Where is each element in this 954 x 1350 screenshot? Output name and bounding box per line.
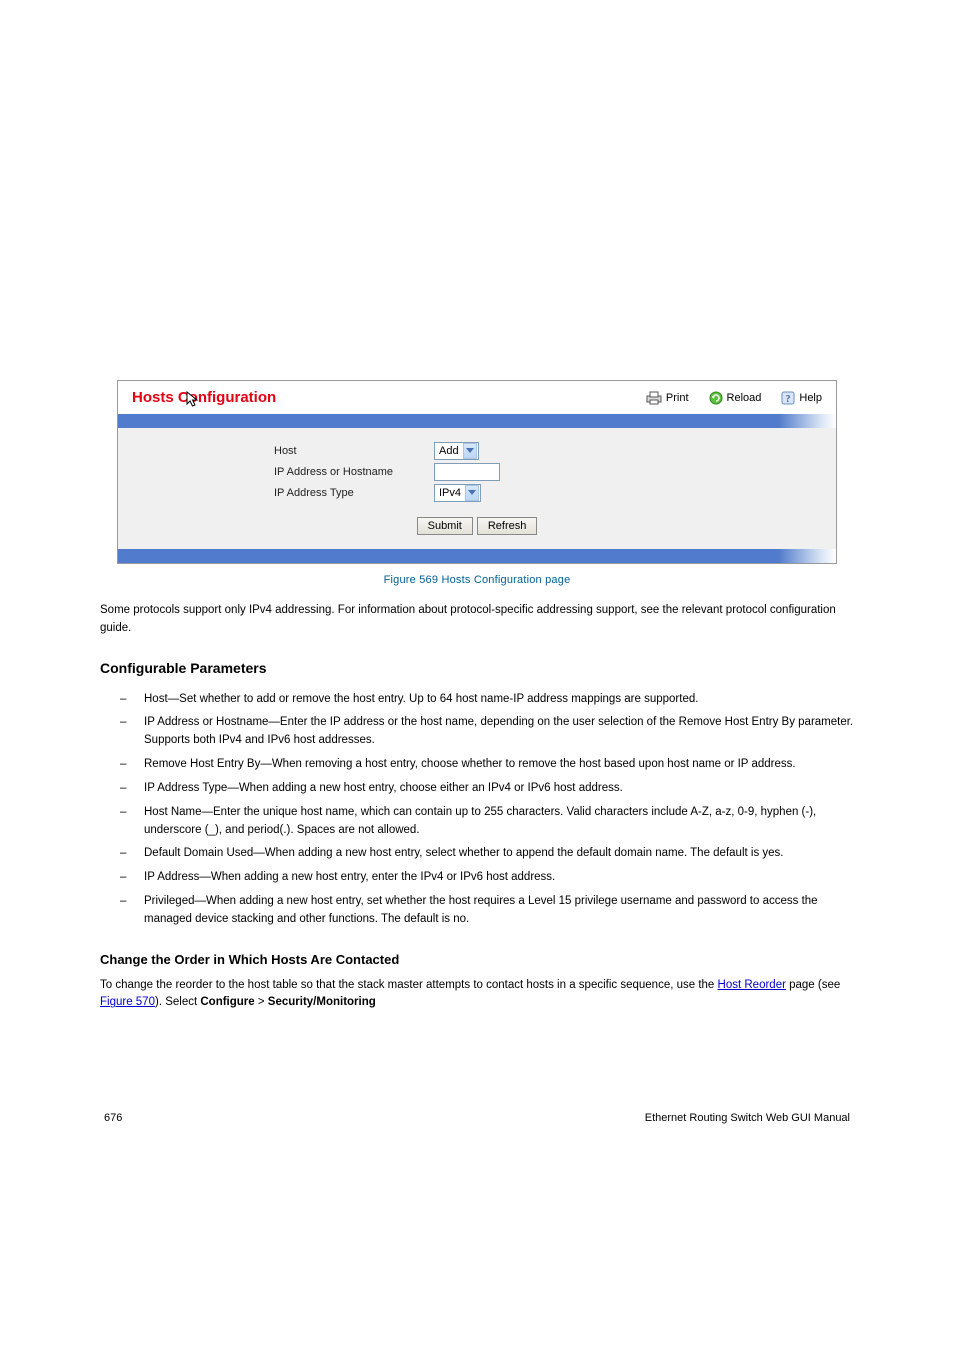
panel-header: Hosts Configuration Print xyxy=(118,381,836,414)
help-icon: ? xyxy=(781,391,795,405)
reorder-subhead: Change the Order in Which Hosts Are Cont… xyxy=(100,952,854,967)
host-reorder-link[interactable]: Host Reorder xyxy=(718,979,786,991)
params-heading: Configurable Parameters xyxy=(100,660,854,676)
list-item: IP Address—When adding a new host entry,… xyxy=(144,866,854,890)
ipaddr-label: IP Address or Hostname xyxy=(274,466,434,478)
para2-bold2: Security/Monitoring xyxy=(268,996,376,1008)
refresh-button[interactable]: Refresh xyxy=(477,517,538,535)
list-item: Host Name—Enter the unique host name, wh… xyxy=(144,801,854,843)
reorder-paragraph: To change the reorder to the host table … xyxy=(100,977,854,1013)
chevron-down-icon xyxy=(465,485,479,501)
host-select[interactable]: Add xyxy=(434,442,479,460)
para2-mid: page (see xyxy=(786,979,840,991)
reload-button[interactable]: Reload xyxy=(709,391,762,405)
bottom-blue-bar xyxy=(118,549,836,563)
product-name: Ethernet Routing Switch Web GUI Manual xyxy=(645,1112,850,1124)
intro-paragraph: Some protocols support only IPv4 address… xyxy=(100,602,854,638)
figure-ref-link[interactable]: Figure 570 xyxy=(100,996,155,1008)
print-button[interactable]: Print xyxy=(646,391,689,405)
panel-title: Hosts Configuration xyxy=(132,389,276,406)
panel-title-text: Hosts Configuration xyxy=(132,389,276,406)
hosts-form: Host Add IP Address or Hostname IP xyxy=(118,428,836,549)
panel-toolbar: Print Reload ? Help xyxy=(646,391,822,405)
svg-text:?: ? xyxy=(786,394,791,405)
para2-suffix: ). Select xyxy=(155,996,200,1008)
top-blue-bar xyxy=(118,414,836,428)
list-item: Default Domain Used—When adding a new ho… xyxy=(144,842,854,866)
para2-prefix: To change the reorder to the host table … xyxy=(100,979,718,991)
reload-label: Reload xyxy=(727,392,762,404)
list-item: IP Address Type—When adding a new host e… xyxy=(144,777,854,801)
iptype-label: IP Address Type xyxy=(274,487,434,499)
figure-caption: Figure 569 Hosts Configuration page xyxy=(100,574,854,586)
page-footer: 676 Ethernet Routing Switch Web GUI Manu… xyxy=(100,1112,854,1124)
params-list: Host—Set whether to add or remove the ho… xyxy=(100,688,854,932)
para2-gt: > xyxy=(255,996,268,1008)
list-item: Host—Set whether to add or remove the ho… xyxy=(144,688,854,712)
ipaddr-input[interactable] xyxy=(434,463,500,481)
page-number: 676 xyxy=(104,1112,122,1124)
list-item: Privileged—When adding a new host entry,… xyxy=(144,890,854,932)
chevron-down-icon xyxy=(463,443,477,459)
para2-bold1: Configure xyxy=(200,996,254,1008)
help-label: Help xyxy=(799,392,822,404)
iptype-select-value: IPv4 xyxy=(435,487,465,499)
host-select-value: Add xyxy=(435,445,463,457)
reload-icon xyxy=(709,391,723,405)
host-label: Host xyxy=(274,445,434,457)
print-label: Print xyxy=(666,392,689,404)
printer-icon xyxy=(646,391,662,405)
iptype-select[interactable]: IPv4 xyxy=(434,484,481,502)
hosts-config-panel: Hosts Configuration Print xyxy=(117,380,837,564)
help-button[interactable]: ? Help xyxy=(781,391,822,405)
list-item: IP Address or Hostname—Enter the IP addr… xyxy=(144,711,854,753)
list-item: Remove Host Entry By—When removing a hos… xyxy=(144,753,854,777)
submit-button[interactable]: Submit xyxy=(417,517,473,535)
